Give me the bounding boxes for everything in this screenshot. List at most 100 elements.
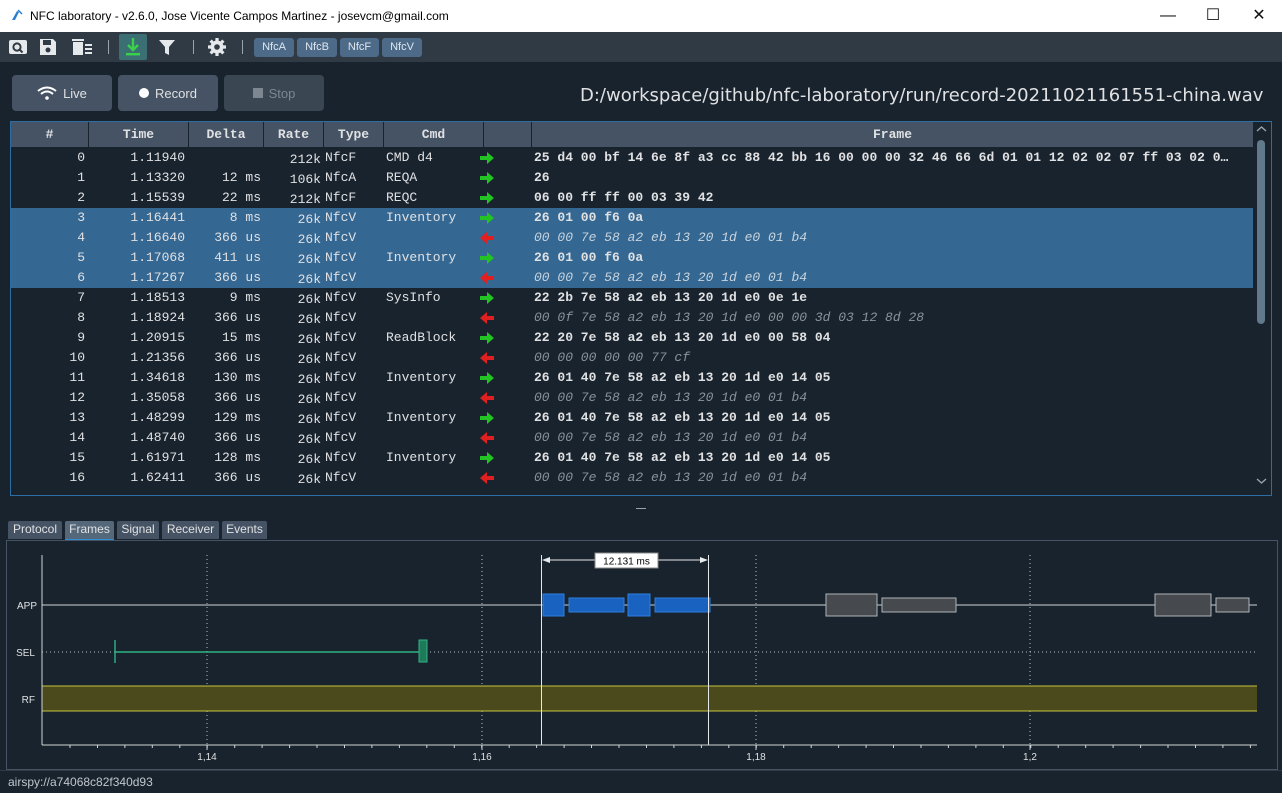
row-type: NfcV	[325, 450, 357, 465]
row-number: 3	[77, 210, 85, 225]
splitter-handle[interactable]	[0, 505, 1282, 513]
live-button-label: Live	[63, 85, 87, 101]
table-row[interactable]: 15 1.61971 128 ms 26k NfcV Inventory 26 01 40 …	[11, 448, 1253, 468]
follow-download-icon[interactable]	[119, 34, 147, 60]
table-row[interactable]: 8 1.18924 366 us 26k NfcV 00 0f 7e 58 a2 eb 1…	[11, 308, 1253, 328]
x-tick-label: 1,16	[472, 752, 492, 763]
stop-button-label: Stop	[268, 85, 296, 101]
filter-nfca-toggle[interactable]: NfcA	[254, 38, 294, 57]
column-header-cmd[interactable]: Cmd	[384, 122, 484, 147]
sel-frame-nfcf[interactable]	[418, 639, 428, 663]
row-type: NfcV	[325, 370, 357, 385]
table-row[interactable]: 3 1.16441 8 ms 26k NfcV Inventory 26 01 00 f6 …	[11, 208, 1253, 228]
column-header-number[interactable]: #	[11, 122, 89, 147]
filter-nfcb-toggle[interactable]: NfcB	[297, 38, 337, 57]
row-cmd	[386, 468, 482, 488]
settings-gear-icon[interactable]	[203, 34, 231, 60]
table-row[interactable]: 1 1.13320 12 ms 106k NfcA REQA 26	[11, 168, 1253, 188]
table-row[interactable]: 11 1.34618 130 ms 26k NfcV Inventory 26 01 40 …	[11, 368, 1253, 388]
arrow-right-icon	[479, 408, 501, 428]
scroll-down-icon[interactable]	[1253, 474, 1270, 488]
stop-button[interactable]: Stop	[224, 75, 324, 111]
row-type: NfcV	[325, 330, 357, 345]
tab-frames[interactable]: Frames	[65, 521, 114, 541]
tab-signal[interactable]: Signal	[117, 521, 159, 539]
app-frame-6[interactable]	[654, 597, 711, 613]
row-number: 15	[69, 450, 85, 465]
lane-label-sel: SEL	[16, 648, 35, 659]
column-header-frame[interactable]: Frame	[532, 122, 1253, 147]
table-row[interactable]: 0 1.11940 212k NfcF CMD d4 25 d4 00 bf 14 6e …	[11, 148, 1253, 168]
column-header-direction[interactable]	[484, 122, 532, 147]
row-type: NfcV	[325, 270, 357, 285]
row-type: NfcV	[325, 210, 357, 225]
row-delta: 366 us	[214, 270, 261, 285]
row-frame: 26 01 40 7e 58 a2 eb 13 20 1d e0 14 05	[534, 450, 831, 465]
app-frame-4[interactable]	[568, 597, 625, 613]
row-number: 14	[69, 430, 85, 445]
row-rate: 26k	[297, 212, 321, 227]
scrollbar-thumb[interactable]	[1257, 140, 1265, 324]
table-row[interactable]: 2 1.15539 22 ms 212k NfcF REQC 06 00 ff ff 00 …	[11, 188, 1253, 208]
frames-timeline-plot[interactable]: 12.131 ms APP SEL RF 1,14 1,16 1,18 1,2	[7, 541, 1277, 769]
x-tick-label: 1,14	[197, 752, 217, 763]
row-delta: 130 ms	[214, 370, 261, 385]
save-icon[interactable]	[34, 34, 62, 60]
app-frame-9[interactable]	[1154, 593, 1212, 617]
arrow-right-icon	[479, 448, 501, 468]
status-bar: airspy://a74068c82f340d93	[0, 770, 1282, 793]
clear-icon[interactable]	[68, 34, 96, 60]
close-button[interactable]: ✕	[1236, 0, 1282, 32]
column-header-delta[interactable]: Delta	[189, 122, 264, 147]
table-row[interactable]: 4 1.16640 366 us 26k NfcV 00 00 7e 58 a2 eb 1…	[11, 228, 1253, 248]
table-vertical-scrollbar[interactable]	[1253, 122, 1270, 495]
row-frame: 26 01 40 7e 58 a2 eb 13 20 1d e0 14 05	[534, 410, 831, 425]
table-row[interactable]: 5 1.17068 411 us 26k NfcV Inventory 26 01 00 f…	[11, 248, 1253, 268]
row-time: 1.48740	[130, 430, 185, 445]
table-row[interactable]: 14 1.48740 366 us 26k NfcV 00 00 7e 58 a2 eb …	[11, 428, 1253, 448]
app-frame-3[interactable]	[542, 593, 565, 617]
column-header-time[interactable]: Time	[89, 122, 189, 147]
app-frame-7[interactable]	[825, 593, 878, 617]
row-rate: 26k	[297, 292, 321, 307]
table-row[interactable]: 9 1.20915 15 ms 26k NfcV ReadBlock 22 20 7e 58…	[11, 328, 1253, 348]
table-row[interactable]: 16 1.62411 366 us 26k NfcV 00 00 7e 58 a2 eb …	[11, 468, 1253, 488]
column-header-type[interactable]: Type	[324, 122, 384, 147]
tab-receiver[interactable]: Receiver	[162, 521, 219, 539]
row-delta: 8 ms	[229, 210, 261, 225]
tab-protocol[interactable]: Protocol	[8, 521, 62, 539]
minimize-button[interactable]: —	[1145, 0, 1191, 32]
table-row[interactable]: 10 1.21356 366 us 26k NfcV 00 00 00 00 00 77 …	[11, 348, 1253, 368]
arrow-left-icon	[479, 308, 501, 328]
table-row[interactable]: 13 1.48299 129 ms 26k NfcV Inventory 26 01 40 …	[11, 408, 1253, 428]
row-cmd: CMD d4	[386, 150, 433, 165]
live-button[interactable]: Live	[12, 75, 112, 111]
table-row[interactable]: 6 1.17267 366 us 26k NfcV 00 00 7e 58 a2 eb 1…	[11, 268, 1253, 288]
row-delta: 128 ms	[214, 450, 261, 465]
filter-nfcf-toggle[interactable]: NfcF	[340, 38, 379, 57]
record-button[interactable]: Record	[118, 75, 218, 111]
table-row[interactable]: 12 1.35058 366 us 26k NfcV 00 00 7e 58 a2 eb …	[11, 388, 1253, 408]
row-cmd: Inventory	[386, 410, 457, 425]
app-frame-8[interactable]	[881, 597, 957, 613]
open-file-icon[interactable]	[4, 34, 32, 60]
toolbar-separator	[193, 40, 194, 54]
app-frame-10[interactable]	[1215, 597, 1250, 613]
row-delta: 366 us	[214, 230, 261, 245]
column-header-rate[interactable]: Rate	[264, 122, 324, 147]
row-cmd: Inventory	[386, 250, 457, 265]
arrow-right-icon	[479, 368, 501, 388]
toolbar: NfcA NfcB NfcF NfcV	[0, 32, 1282, 62]
row-number: 6	[77, 270, 85, 285]
filter-icon[interactable]	[153, 34, 181, 60]
row-time: 1.17068	[130, 250, 185, 265]
row-frame: 26 01 40 7e 58 a2 eb 13 20 1d e0 14 05	[534, 370, 831, 385]
app-frame-5[interactable]	[627, 593, 651, 617]
tab-events[interactable]: Events	[222, 521, 267, 539]
row-delta	[189, 148, 261, 168]
row-number: 12	[69, 390, 85, 405]
maximize-button[interactable]: ☐	[1190, 0, 1236, 32]
scroll-up-icon[interactable]	[1253, 122, 1270, 136]
filter-nfcv-toggle[interactable]: NfcV	[382, 38, 422, 57]
table-row[interactable]: 7 1.18513 9 ms 26k NfcV SysInfo 22 2b 7e 58 a2…	[11, 288, 1253, 308]
